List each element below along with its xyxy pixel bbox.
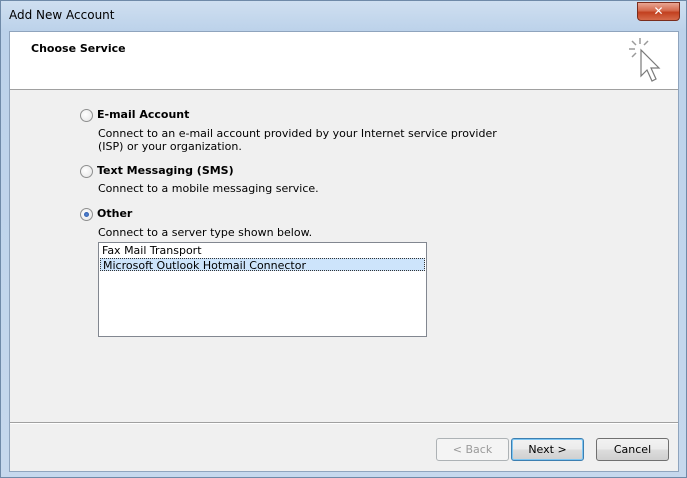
next-button[interactable]: Next > xyxy=(511,438,584,461)
other-radio[interactable] xyxy=(80,208,93,221)
list-item[interactable]: Microsoft Outlook Hotmail Connector xyxy=(100,258,425,272)
email-account-description: Connect to an e-mail account provided by… xyxy=(98,127,497,153)
text-messaging-radio[interactable] xyxy=(80,165,93,178)
list-item[interactable]: Fax Mail Transport xyxy=(100,244,425,257)
window-title: Add New Account xyxy=(9,8,115,22)
dialog-client: Choose Service E-mail Account Connect to… xyxy=(9,31,679,472)
text-messaging-description: Connect to a mobile messaging service. xyxy=(98,182,319,195)
server-type-list[interactable]: Fax Mail Transport Microsoft Outlook Hot… xyxy=(98,242,427,337)
footer-separator xyxy=(10,422,678,424)
email-account-radio[interactable] xyxy=(80,109,93,122)
page-title: Choose Service xyxy=(31,42,126,55)
back-button[interactable]: < Back xyxy=(436,438,509,461)
other-label[interactable]: Other xyxy=(97,207,132,220)
cancel-button[interactable]: Cancel xyxy=(596,438,669,461)
email-account-label[interactable]: E-mail Account xyxy=(97,108,189,121)
title-bar[interactable]: Add New Account ✕ xyxy=(1,1,686,31)
text-messaging-label[interactable]: Text Messaging (SMS) xyxy=(97,164,234,177)
wizard-cursor-icon xyxy=(629,38,661,82)
wizard-header: Choose Service xyxy=(10,32,678,90)
close-button[interactable]: ✕ xyxy=(637,2,680,21)
add-account-dialog: Add New Account ✕ Choose Service E-mail … xyxy=(0,0,687,478)
other-description: Connect to a server type shown below. xyxy=(98,226,313,239)
